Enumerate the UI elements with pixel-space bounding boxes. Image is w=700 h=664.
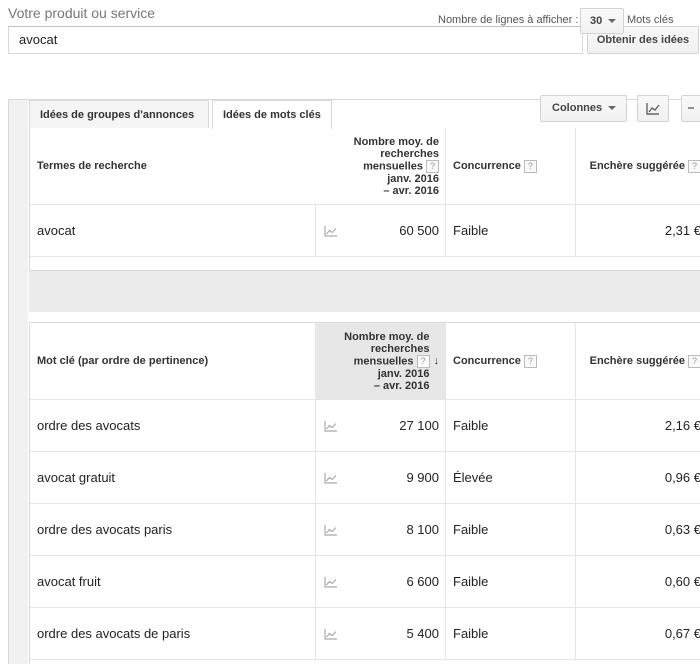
competition-value: Élevée [445,452,575,503]
columns-button[interactable]: Colonnes [540,95,627,122]
chevron-down-icon [608,106,617,111]
keyword-text: ordre des avocats [37,418,141,433]
table-header: Termes de recherche Nombre moy. de reche… [30,128,700,205]
bid-value: 0,96 € [575,452,700,503]
competition-value: Faible [445,556,575,607]
keyword-text: avocat fruit [37,574,101,589]
keyword-text: avocat [37,223,76,238]
keyword-text: ordre des avocats paris [37,522,173,537]
chart-button[interactable] [637,95,669,122]
volume-value: 6 600 [406,574,439,589]
volume-header-text: mensuelles [353,354,414,367]
product-input[interactable]: avocat [8,26,583,54]
column-header-term[interactable]: Termes de recherche [37,128,307,204]
table-row: avocat gratuit 9 900 Élevée 0,96 € [30,452,700,504]
table-row: avocat 60 500 Faible 2,31 € [30,205,700,257]
rows-per-page-select[interactable]: 30 [580,8,624,34]
volume-header-line: mensuelles? [354,159,439,173]
keyword-text: avocat gratuit [37,470,116,485]
bid-value: 2,16 € [575,400,700,451]
competition-value: Faible [445,400,575,451]
pager-suffix: Mots clés [627,14,674,26]
bid-value: 2,31 € [575,205,700,256]
column-header-volume[interactable]: Nombre moy. de recherches mensuelles? ja… [315,323,445,399]
help-icon[interactable]: ? [688,159,700,173]
rows-per-page-label: Nombre de lignes à afficher : [438,14,579,26]
column-header-bid[interactable]: Enchère suggérée? [575,128,700,204]
table-row: avocat fruit 6 600 Faible 0,60 € [30,556,700,608]
table-row: ordre des avocats 27 100 Faible 2,16 € [30,400,700,452]
rows-per-page-value: 30 [590,15,603,27]
help-icon[interactable]: ? [523,159,537,173]
volume-header-line: recherches [380,147,439,160]
competition-value: Faible [445,608,575,659]
tab-keyword-ideas[interactable]: Idées de mots clés [212,100,332,129]
line-chart-icon [646,103,660,115]
volume-header-line: – avr. 2016 [373,379,430,392]
competition-header-text: Concurrence [453,160,521,172]
volume-header-line: mensuelles? [344,354,430,368]
column-header-competition[interactable]: Concurrence? [445,128,575,204]
bid-value: 0,63 € [575,504,700,555]
bid-header-text: Enchère suggérée [589,355,685,367]
bid-value: 0,60 € [575,556,700,607]
product-label: Votre produit ou service [8,5,156,21]
volume-header-line: janv. 2016 [377,367,430,380]
volume-value: 27 100 [399,418,439,433]
keyword-text: ordre des avocats de paris [37,626,191,641]
sort-descending-icon: ↓ [433,355,440,367]
help-icon[interactable]: ? [426,159,439,173]
help-icon[interactable]: ? [416,354,430,368]
competition-header-text: Concurrence [453,355,521,367]
volume-header-line: janv. 2016 [387,172,439,185]
column-header-volume[interactable]: Nombre moy. de recherches mensuelles? ja… [315,128,445,204]
tab-ad-group-ideas[interactable]: Idées de groupes d'annonces [29,100,209,128]
volume-value: 60 500 [399,223,439,238]
search-terms-table: Termes de recherche Nombre moy. de reche… [29,128,700,270]
panel-side-strip [9,100,28,664]
table-header: Mot clé (par ordre de pertinence) Nombre… [30,322,700,400]
download-icon [688,107,694,109]
volume-value: 5 400 [406,626,439,641]
column-header-term[interactable]: Mot clé (par ordre de pertinence) [37,323,307,399]
help-icon[interactable]: ? [523,354,537,368]
column-header-bid[interactable]: Enchère suggérée? [575,323,700,399]
bid-header-text: Enchère suggérée [589,160,685,172]
volume-value: 9 900 [406,470,439,485]
pager-bar [29,270,700,312]
chevron-down-icon [608,19,617,24]
download-button[interactable] [681,95,700,122]
bid-value: 0,67 € [575,608,700,659]
volume-header-line: recherches [370,342,430,355]
columns-label: Colonnes [552,102,603,114]
competition-value: Faible [445,205,575,256]
volume-header-line: Nombre moy. de [353,135,439,148]
keyword-ideas-table: Mot clé (par ordre de pertinence) Nombre… [29,322,700,664]
table-row: ordre des avocats de paris 5 400 Faible … [30,608,700,660]
volume-header-line: Nombre moy. de [344,330,430,343]
help-icon[interactable]: ? [688,354,700,368]
volume-header-text: mensuelles [363,159,423,172]
volume-value: 8 100 [406,522,439,537]
table-row: ordre des avocats paris 8 100 Faible 0,6… [30,504,700,556]
volume-header-line: – avr. 2016 [383,184,439,197]
competition-value: Faible [445,504,575,555]
column-header-competition[interactable]: Concurrence? [445,323,575,399]
